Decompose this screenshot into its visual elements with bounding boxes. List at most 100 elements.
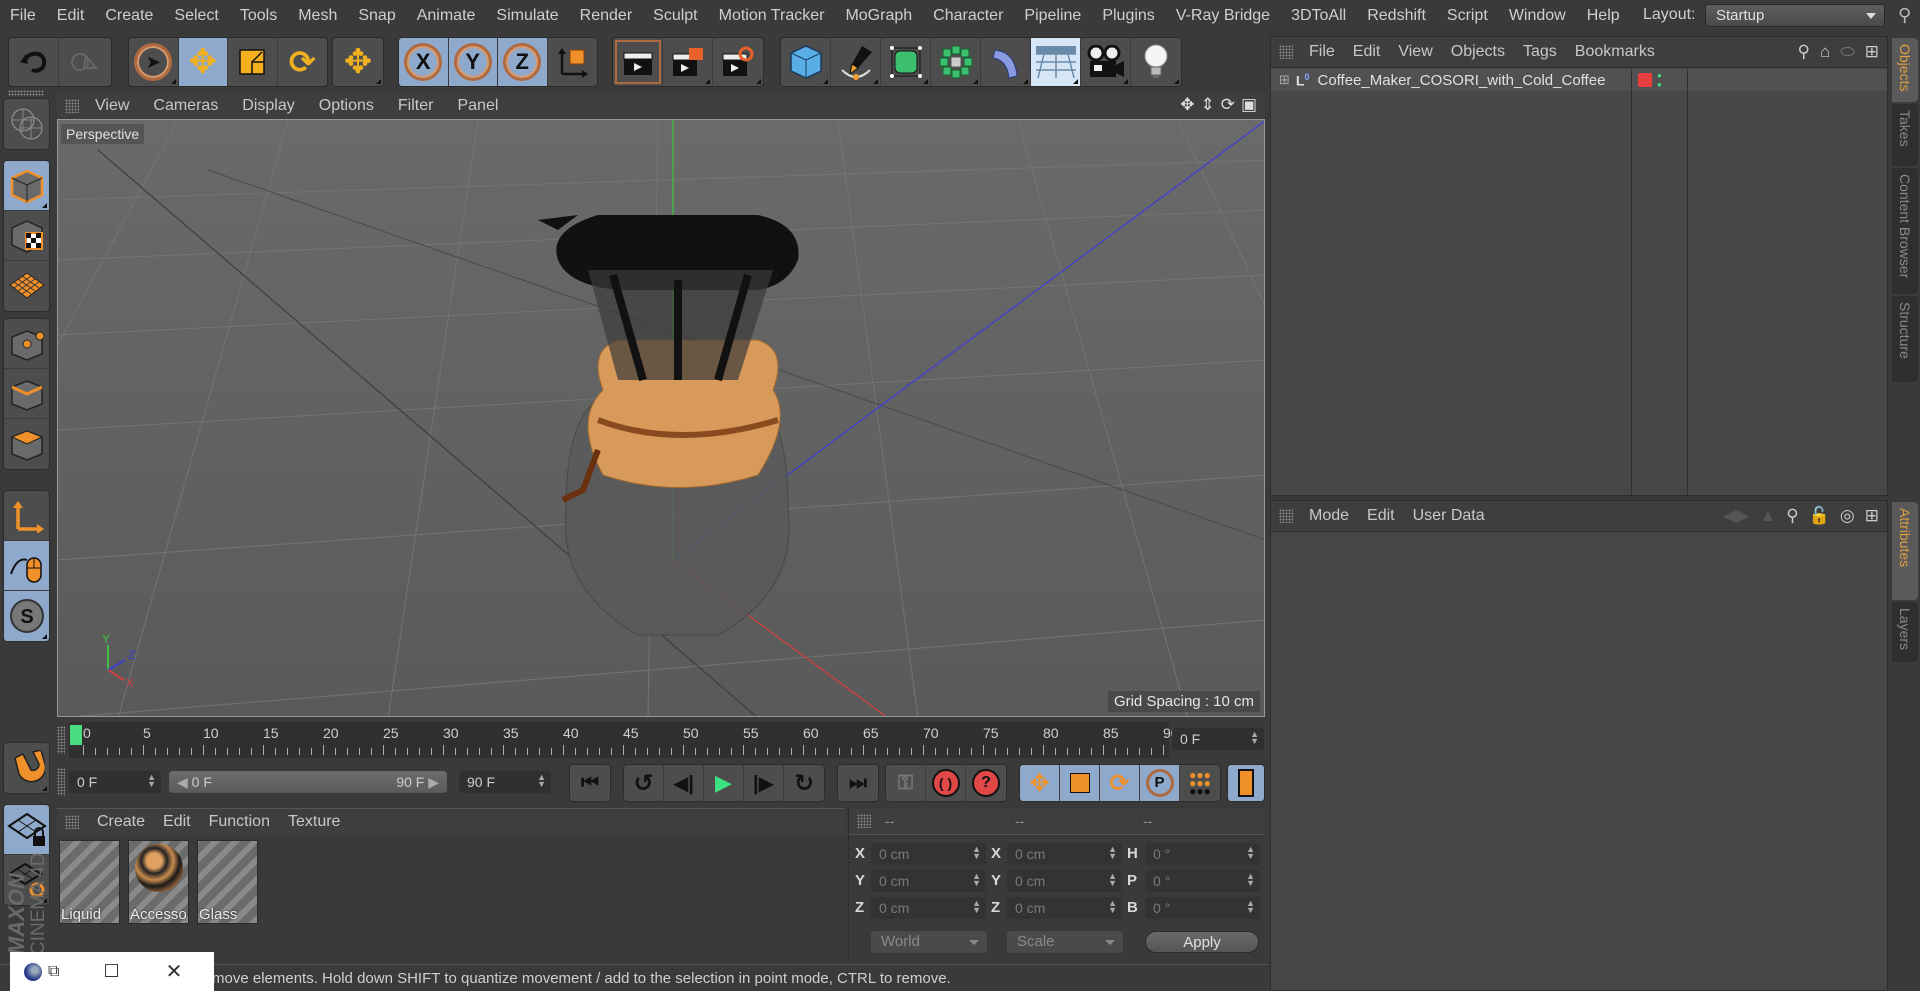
material-menu-edit[interactable]: Edit — [163, 813, 191, 831]
column-divider[interactable] — [1631, 69, 1632, 495]
transform-tool-button[interactable]: ✥ — [333, 38, 383, 86]
tab-structure[interactable]: Structure — [1892, 296, 1918, 382]
menu-select[interactable]: Select — [174, 7, 218, 25]
spinner-icon[interactable]: ▲ ▼ — [1108, 899, 1117, 915]
spinner-icon[interactable]: ▲ ▼ — [1246, 845, 1255, 861]
parameter-key-button[interactable]: P — [1140, 765, 1180, 801]
x-axis-lock-button[interactable]: X — [399, 38, 449, 86]
goto-end-button[interactable]: ⏭ — [838, 765, 878, 801]
floor-button[interactable] — [1031, 38, 1081, 86]
range-left-arrow-icon[interactable]: ◀ — [177, 774, 188, 790]
timeline-ruler[interactable]: 0 5 10 15 20 25 30 35 40 45 50 55 60 65 70 75 80 85 90 — [69, 722, 1179, 758]
objects-menu-view[interactable]: View — [1398, 43, 1432, 61]
material-swatch[interactable]: Liquid — [59, 840, 120, 924]
spinner-icon[interactable]: ▲ ▼ — [1250, 730, 1259, 746]
prev-keyframe-button[interactable]: ↺ — [624, 765, 664, 801]
render-view-button[interactable] — [613, 38, 663, 86]
attributes-menu-mode[interactable]: Mode — [1309, 507, 1349, 525]
tab-layers[interactable]: Layers — [1892, 602, 1918, 662]
maximize-view-icon[interactable]: ▣ — [1241, 95, 1257, 115]
point-level-key-button[interactable]: ●●● ●●● ●●● — [1180, 765, 1220, 801]
rotate-tool-button[interactable]: ⟳ — [278, 38, 328, 86]
spinner-icon[interactable]: ▲ ▼ — [972, 899, 981, 915]
search-icon[interactable]: ⚲ — [1797, 42, 1809, 62]
size-y-field[interactable]: 0 cm ▲ ▼ — [1007, 870, 1122, 892]
scale-key-button[interactable] — [1060, 765, 1100, 801]
menu-simulate[interactable]: Simulate — [496, 7, 558, 25]
light-button[interactable] — [1131, 38, 1181, 86]
viewport-perspective[interactable]: Y Z X Perspective Grid Spacing : 10 cm — [57, 119, 1265, 717]
rot-p-field[interactable]: 0 ° ▲ ▼ — [1145, 870, 1260, 892]
goto-start-button[interactable]: ⏮ — [570, 765, 610, 801]
menu-pipeline[interactable]: Pipeline — [1024, 7, 1081, 25]
select-tool-button[interactable]: ➤ — [129, 38, 179, 86]
material-swatch[interactable]: Glass — [197, 840, 258, 924]
spline-pen-button[interactable] — [831, 38, 881, 86]
z-axis-lock-button[interactable]: Z — [498, 38, 548, 86]
spinner-icon[interactable]: ▲ ▼ — [972, 872, 981, 888]
material-menu-create[interactable]: Create — [97, 813, 145, 831]
attributes-menu-edit[interactable]: Edit — [1367, 507, 1395, 525]
drag-handle[interactable] — [57, 768, 65, 796]
menu-sculpt[interactable]: Sculpt — [653, 7, 697, 25]
pos-y-field[interactable]: 0 cm ▲ ▼ — [871, 870, 986, 892]
undo-button[interactable] — [9, 38, 59, 86]
tab-attributes[interactable]: Attributes — [1892, 502, 1918, 600]
spinner-icon[interactable]: ▲ ▼ — [147, 773, 156, 789]
menu-mograph[interactable]: MoGraph — [845, 7, 912, 25]
size-x-field[interactable]: 0 cm ▲ ▼ — [1007, 843, 1122, 865]
drag-handle[interactable] — [1279, 509, 1293, 523]
next-frame-button[interactable]: |▶ — [744, 765, 784, 801]
target-icon[interactable]: ◎ — [1840, 506, 1855, 526]
layer-color-swatch[interactable] — [1638, 73, 1652, 87]
spinner-icon[interactable]: ▲ ▼ — [972, 845, 981, 861]
subdivision-surface-button[interactable] — [881, 38, 931, 86]
menu-snap[interactable]: Snap — [358, 7, 395, 25]
rot-h-field[interactable]: 0 ° ▲ ▼ — [1145, 843, 1260, 865]
preview-range-slider[interactable]: ◀ 0 F 90 F ▶ — [169, 771, 447, 793]
camera-button[interactable] — [1081, 38, 1131, 86]
material-swatch[interactable]: Accesso — [128, 840, 189, 924]
rot-b-field[interactable]: 0 ° ▲ ▼ — [1145, 897, 1260, 919]
edges-mode-button[interactable] — [4, 369, 49, 419]
menu-mesh[interactable]: Mesh — [298, 7, 337, 25]
column-divider[interactable] — [1687, 69, 1688, 495]
material-menu-texture[interactable]: Texture — [288, 813, 340, 831]
autokeying-button[interactable]: ( ) — [926, 765, 966, 801]
menu-render[interactable]: Render — [580, 7, 632, 25]
visibility-dots-icon[interactable]: ● ● — [1657, 71, 1662, 89]
menu-3dtoall[interactable]: 3DToAll — [1291, 7, 1346, 25]
current-frame-field[interactable]: 0 F ▲ ▼ — [1172, 728, 1264, 750]
new-panel-icon[interactable]: ⊞ — [1865, 506, 1879, 526]
viewport-menu-panel[interactable]: Panel — [457, 97, 498, 115]
menu-redshift[interactable]: Redshift — [1367, 7, 1426, 25]
pos-x-field[interactable]: 0 cm ▲ ▼ — [871, 843, 986, 865]
home-icon[interactable]: ⌂ — [1820, 42, 1830, 62]
rotation-key-button[interactable]: ⟳ — [1100, 765, 1140, 801]
close-icon[interactable]: ✕ — [166, 959, 183, 984]
menu-plugins[interactable]: Plugins — [1102, 7, 1154, 25]
cube-button[interactable] — [781, 38, 831, 86]
menu-vray-bridge[interactable]: V-Ray Bridge — [1176, 7, 1270, 25]
spinner-icon[interactable]: ▲ ▼ — [537, 773, 546, 789]
lock-icon[interactable]: 🔓 — [1809, 506, 1830, 526]
drag-handle[interactable] — [65, 815, 79, 829]
make-editable-button[interactable] — [4, 99, 49, 149]
drag-handle[interactable] — [1279, 45, 1293, 59]
menu-tools[interactable]: Tools — [240, 7, 277, 25]
viewport-menu-display[interactable]: Display — [242, 97, 294, 115]
render-to-picture-viewer-button[interactable] — [663, 38, 713, 86]
objects-menu-edit[interactable]: Edit — [1353, 43, 1381, 61]
menu-script[interactable]: Script — [1447, 7, 1488, 25]
drag-handle[interactable] — [57, 726, 65, 754]
attributes-menu-user-data[interactable]: User Data — [1413, 507, 1485, 525]
menu-file[interactable]: File — [10, 7, 36, 25]
playhead[interactable] — [70, 725, 82, 745]
position-key-button[interactable]: ✥ — [1020, 765, 1060, 801]
spinner-icon[interactable]: ▲ ▼ — [1108, 845, 1117, 861]
object-name[interactable]: Coffee_Maker_COSORI_with_Cold_Coffee — [1317, 72, 1605, 89]
enable-axis-button[interactable] — [4, 491, 49, 541]
pan-icon[interactable]: ✥ — [1180, 95, 1194, 115]
tweak-mode-button[interactable] — [4, 541, 49, 591]
render-settings-button[interactable] — [713, 38, 763, 86]
